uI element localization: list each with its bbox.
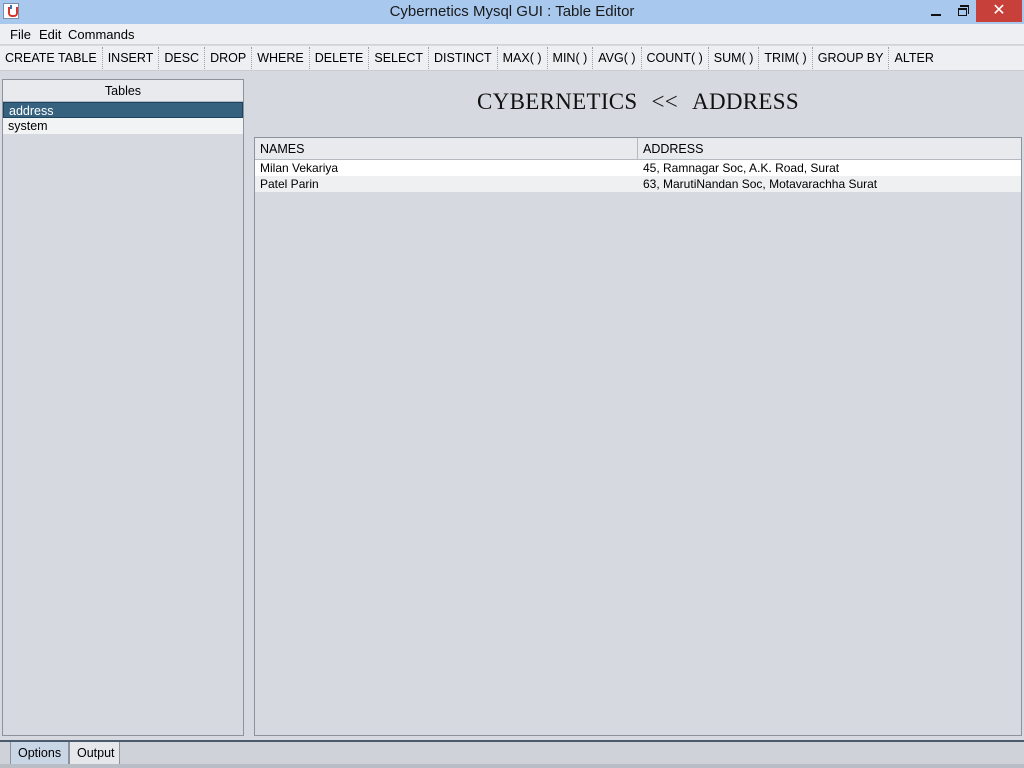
heading-separator: <<: [651, 89, 679, 114]
alter-button[interactable]: ALTER: [889, 47, 938, 69]
current-table-name: ADDRESS: [692, 89, 799, 114]
minimize-icon: [931, 14, 941, 17]
database-name: CYBERNETICS: [477, 89, 638, 114]
count-button[interactable]: COUNT( ): [642, 47, 709, 69]
table-item-system[interactable]: system: [3, 118, 243, 134]
window-title: Cybernetics Mysql GUI : Table Editor: [389, 3, 635, 20]
tables-panel: Tables address system: [2, 79, 244, 736]
table-header-row: NAMES ADDRESS: [255, 138, 1021, 160]
data-table: NAMES ADDRESS Milan Vekariya 45, Ramnaga…: [254, 137, 1022, 736]
taskbar-strip: [0, 764, 1024, 768]
close-icon: ✕: [992, 2, 1006, 19]
drop-button[interactable]: DROP: [205, 47, 253, 69]
command-toolbar: CREATE TABLE INSERT DESC DROP WHERE DELE…: [0, 46, 1024, 71]
max-button[interactable]: MAX( ): [498, 47, 548, 69]
minimize-button[interactable]: [922, 0, 950, 22]
table-row[interactable]: Milan Vekariya 45, Ramnagar Soc, A.K. Ro…: [255, 160, 1021, 176]
create-table-button[interactable]: CREATE TABLE: [0, 47, 103, 69]
column-header-names[interactable]: NAMES: [255, 138, 638, 159]
select-button[interactable]: SELECT: [369, 47, 429, 69]
restore-icon: [957, 5, 969, 17]
tables-header: Tables: [3, 80, 243, 102]
group-by-button[interactable]: GROUP BY: [813, 47, 890, 69]
desc-button[interactable]: DESC: [159, 47, 206, 69]
trim-button[interactable]: TRIM( ): [759, 47, 813, 69]
page-heading: CYBERNETICS << ADDRESS: [254, 89, 1022, 115]
menu-bar: File Edit Commands: [0, 24, 1024, 45]
column-header-address[interactable]: ADDRESS: [638, 138, 1021, 159]
menu-edit[interactable]: Edit: [39, 27, 61, 42]
title-bar: Cybernetics Mysql GUI : Table Editor ✕: [0, 0, 1024, 24]
table-row[interactable]: Patel Parin 63, MarutiNandan Soc, Motava…: [255, 176, 1021, 192]
table-item-address[interactable]: address: [3, 102, 243, 118]
tab-options[interactable]: Options: [10, 742, 69, 766]
sum-button[interactable]: SUM( ): [709, 47, 760, 69]
table-body: Milan Vekariya 45, Ramnagar Soc, A.K. Ro…: [255, 160, 1021, 192]
menu-commands[interactable]: Commands: [68, 27, 134, 42]
insert-button[interactable]: INSERT: [103, 47, 160, 69]
min-button[interactable]: MIN( ): [548, 47, 594, 69]
cell-address[interactable]: 63, MarutiNandan Soc, Motavarachha Surat: [638, 176, 1021, 192]
close-button[interactable]: ✕: [976, 0, 1022, 22]
avg-button[interactable]: AVG( ): [593, 47, 642, 69]
cell-address[interactable]: 45, Ramnagar Soc, A.K. Road, Surat: [638, 160, 1021, 176]
restore-button[interactable]: [948, 0, 976, 22]
menu-file[interactable]: File: [10, 27, 31, 42]
delete-button[interactable]: DELETE: [310, 47, 370, 69]
where-button[interactable]: WHERE: [252, 47, 310, 69]
tab-output[interactable]: Output: [69, 742, 120, 766]
cell-name[interactable]: Milan Vekariya: [255, 160, 638, 176]
cell-name[interactable]: Patel Parin: [255, 176, 638, 192]
distinct-button[interactable]: DISTINCT: [429, 47, 498, 69]
